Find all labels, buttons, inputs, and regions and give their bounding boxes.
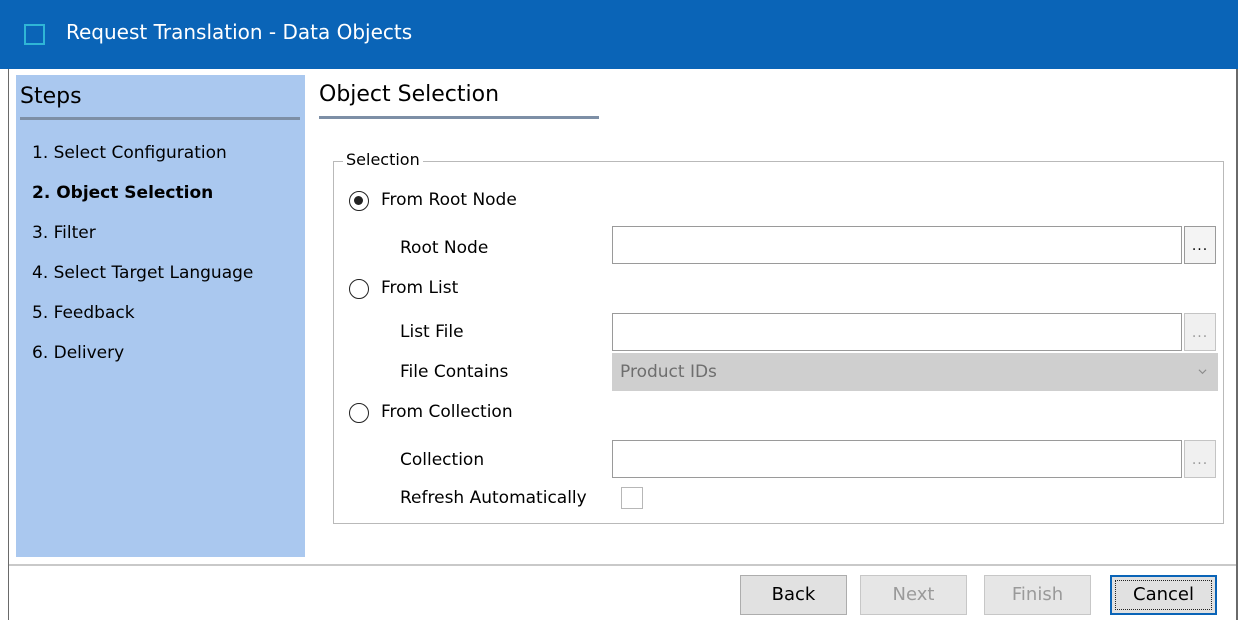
from-list-label[interactable]: From List bbox=[381, 278, 458, 298]
list-file-label: List File bbox=[400, 322, 464, 342]
from-root-node-label[interactable]: From Root Node bbox=[381, 190, 517, 210]
root-node-input[interactable] bbox=[612, 226, 1182, 264]
next-button[interactable]: Next bbox=[860, 575, 967, 615]
chevron-down-icon bbox=[1198, 369, 1207, 375]
steps-panel: Steps 1. Select Configuration 2. Object … bbox=[16, 75, 305, 557]
from-collection-label[interactable]: From Collection bbox=[381, 402, 513, 422]
file-contains-value: Product IDs bbox=[620, 362, 717, 382]
title-bar: Request Translation - Data Objects bbox=[0, 0, 1238, 69]
list-file-browse-button[interactable]: ... bbox=[1184, 313, 1216, 351]
cancel-button[interactable]: Cancel bbox=[1110, 575, 1217, 615]
collection-label: Collection bbox=[400, 450, 485, 470]
step-select-target-language: 4. Select Target Language bbox=[32, 263, 254, 283]
file-contains-select[interactable]: Product IDs bbox=[612, 353, 1218, 391]
collection-browse-button[interactable]: ... bbox=[1184, 440, 1216, 478]
selection-legend: Selection bbox=[343, 150, 423, 169]
list-file-input[interactable] bbox=[612, 313, 1182, 351]
refresh-automatically-label: Refresh Automatically bbox=[400, 488, 587, 508]
window-border-left bbox=[8, 69, 9, 620]
collection-input[interactable] bbox=[612, 440, 1182, 478]
file-contains-label: File Contains bbox=[400, 362, 509, 382]
window-title: Request Translation - Data Objects bbox=[66, 20, 413, 44]
step-feedback: 5. Feedback bbox=[32, 303, 135, 323]
step-filter: 3. Filter bbox=[32, 223, 96, 243]
step-object-selection: 2. Object Selection bbox=[32, 183, 214, 203]
step-delivery: 6. Delivery bbox=[32, 343, 125, 363]
back-button[interactable]: Back bbox=[740, 575, 847, 615]
step-select-configuration: 1. Select Configuration bbox=[32, 143, 227, 163]
from-list-radio[interactable] bbox=[349, 279, 369, 299]
root-node-label: Root Node bbox=[400, 238, 489, 258]
root-node-browse-button[interactable]: ... bbox=[1184, 226, 1216, 264]
from-collection-radio[interactable] bbox=[349, 403, 369, 423]
footer-divider bbox=[9, 564, 1236, 566]
refresh-automatically-checkbox[interactable] bbox=[621, 487, 643, 509]
from-root-node-radio[interactable] bbox=[349, 191, 369, 211]
page-title-divider bbox=[319, 116, 599, 119]
window-icon bbox=[24, 24, 45, 45]
finish-button[interactable]: Finish bbox=[984, 575, 1091, 615]
page-title: Object Selection bbox=[319, 82, 500, 107]
steps-divider bbox=[20, 117, 300, 120]
steps-title: Steps bbox=[20, 84, 82, 109]
